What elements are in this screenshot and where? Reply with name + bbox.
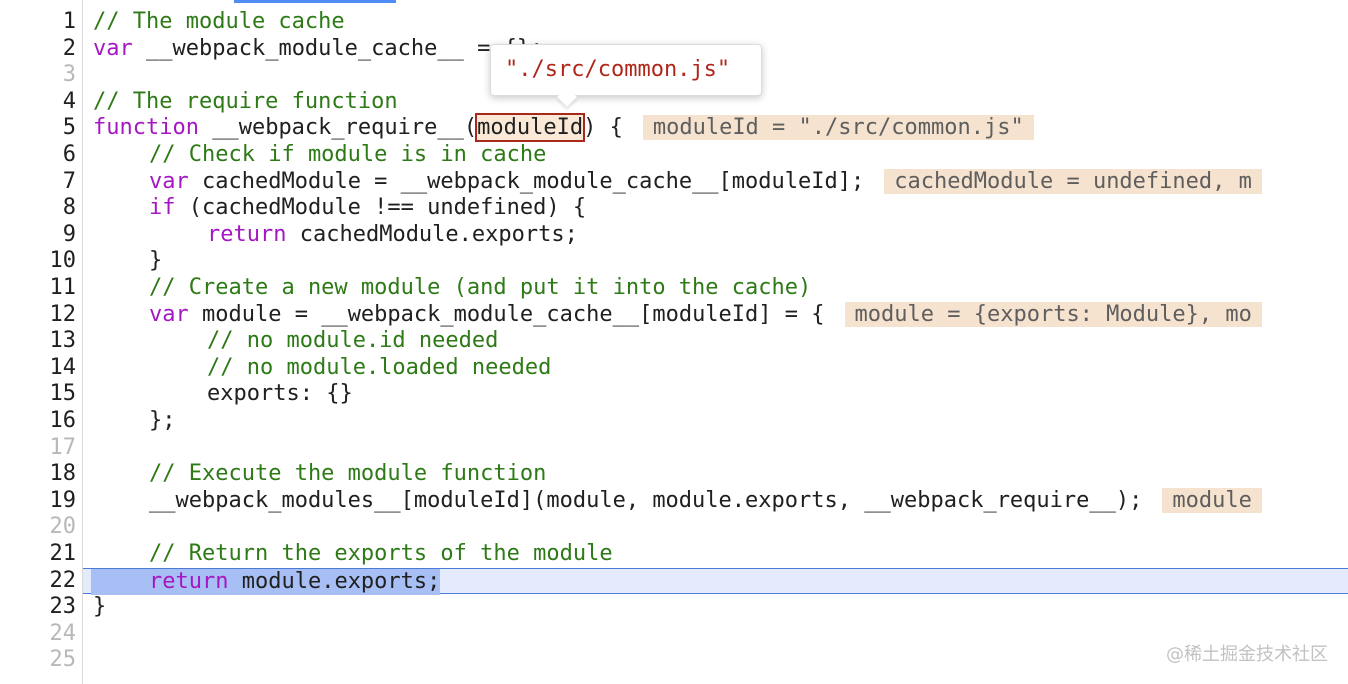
code-text: (cachedModule !== undefined) { xyxy=(175,195,587,221)
line-number[interactable]: 5 xyxy=(0,115,76,142)
line-number[interactable]: 4 xyxy=(0,89,76,116)
watermark: @稀土掘金技术社区 xyxy=(1166,644,1328,665)
line-number[interactable]: 19 xyxy=(0,488,77,515)
code-line: // Create a new module (and put it into … xyxy=(83,275,1348,302)
code-line: // no module.loaded needed xyxy=(83,355,1348,382)
hovered-variable-moduleId[interactable]: moduleId xyxy=(475,113,586,143)
code-line: // Execute the module function xyxy=(83,461,1348,488)
code-text: module.exports; xyxy=(228,568,441,594)
code-comment: // Check if module is in cache xyxy=(149,142,547,167)
line-number[interactable]: 3 xyxy=(0,62,76,89)
code-comment: // The module cache xyxy=(93,9,345,34)
code-comment: // Create a new module (and put it into … xyxy=(149,275,812,300)
current-execution-line[interactable]: return module.exports; xyxy=(83,567,1348,596)
inline-value-module-exec: module xyxy=(1162,487,1262,513)
code-text: cachedModule.exports; xyxy=(286,221,578,247)
line-number[interactable]: 11 xyxy=(0,275,77,302)
code-line: if (cachedModule !== undefined) { xyxy=(83,195,1348,222)
keyword: function xyxy=(93,115,199,141)
code-text: __webpack_require__( xyxy=(198,115,478,141)
code-area[interactable]: // The module cache var __webpack_module… xyxy=(83,0,1348,684)
code-text: exports: {} xyxy=(207,381,353,407)
keyword: return xyxy=(207,221,287,247)
line-number[interactable]: 2 xyxy=(0,36,76,63)
line-number[interactable]: 12 xyxy=(0,302,77,329)
code-line: exports: {} xyxy=(83,381,1348,408)
line-number[interactable]: 25 xyxy=(0,647,77,674)
line-number[interactable]: 20 xyxy=(0,514,77,541)
code-text: __webpack_modules__[moduleId](module, mo… xyxy=(149,487,1143,513)
line-number[interactable]: 1 xyxy=(0,9,76,36)
code-line: // no module.id needed xyxy=(83,328,1348,355)
keyword: if xyxy=(149,195,176,221)
line-number[interactable]: 16 xyxy=(0,408,77,435)
inline-value-moduleId: moduleId = "./src/common.js" xyxy=(642,115,1034,141)
code-line: var cachedModule = __webpack_module_cach… xyxy=(83,168,1348,196)
code-line: } xyxy=(83,594,1348,621)
code-comment: // no module.id needed xyxy=(207,328,499,354)
code-line: } xyxy=(83,248,1348,275)
code-text: cachedModule = __webpack_module_cache__[… xyxy=(188,168,865,194)
inline-value-module: module = {exports: Module}, mo xyxy=(844,301,1262,327)
code-text: } xyxy=(149,248,163,274)
line-number[interactable]: 14 xyxy=(0,355,77,382)
code-text: ) { xyxy=(583,115,623,141)
code-text: module = __webpack_module_cache__[module… xyxy=(188,301,825,327)
line-number[interactable]: 24 xyxy=(0,621,77,648)
code-comment: // Execute the module function xyxy=(149,461,547,487)
tooltip-value: "./src/common.js" xyxy=(505,57,731,82)
keyword: return xyxy=(149,568,229,594)
code-line: return cachedModule.exports; xyxy=(83,222,1348,249)
line-number[interactable]: 17 xyxy=(0,435,77,462)
code-text: }; xyxy=(149,408,176,433)
keyword: var xyxy=(93,35,133,61)
line-number[interactable]: 21 xyxy=(0,541,77,568)
line-number[interactable]: 18 xyxy=(0,461,77,488)
code-text: __webpack_module_cache__ = {}; xyxy=(132,35,544,61)
code-comment: // Return the exports of the module xyxy=(149,541,613,566)
variable-value-tooltip: "./src/common.js" xyxy=(490,44,762,96)
code-line: }; xyxy=(83,408,1348,435)
line-number[interactable]: 7 xyxy=(0,169,76,196)
code-editor[interactable]: // The module cache var __webpack_module… xyxy=(0,0,1348,684)
inline-value-cachedModule: cachedModule = undefined, m xyxy=(884,168,1262,194)
code-comment: // no module.loaded needed xyxy=(207,354,552,380)
line-number[interactable]: 22 xyxy=(0,568,77,595)
code-comment: // The require function xyxy=(93,88,398,114)
line-number[interactable]: 15 xyxy=(0,381,77,408)
line-number[interactable]: 6 xyxy=(0,142,76,169)
code-line: var module = __webpack_module_cache__[mo… xyxy=(83,301,1348,329)
keyword: var xyxy=(149,301,189,327)
keyword: var xyxy=(149,168,189,194)
line-number[interactable]: 13 xyxy=(0,328,77,355)
code-text: } xyxy=(93,594,107,620)
code-line: __webpack_modules__[moduleId](module, mo… xyxy=(83,487,1348,515)
code-line: // Check if module is in cache xyxy=(83,142,1348,169)
line-number[interactable]: 8 xyxy=(0,195,76,222)
code-line: // Return the exports of the module xyxy=(83,541,1348,568)
code-line: function __webpack_require__(moduleId) {… xyxy=(83,113,1348,143)
line-number[interactable]: 10 xyxy=(0,248,77,275)
paused-statement: return module.exports; xyxy=(91,568,441,596)
line-number[interactable]: 23 xyxy=(0,594,77,621)
line-number[interactable]: 9 xyxy=(0,222,76,249)
code-line: // The module cache xyxy=(83,9,1348,36)
